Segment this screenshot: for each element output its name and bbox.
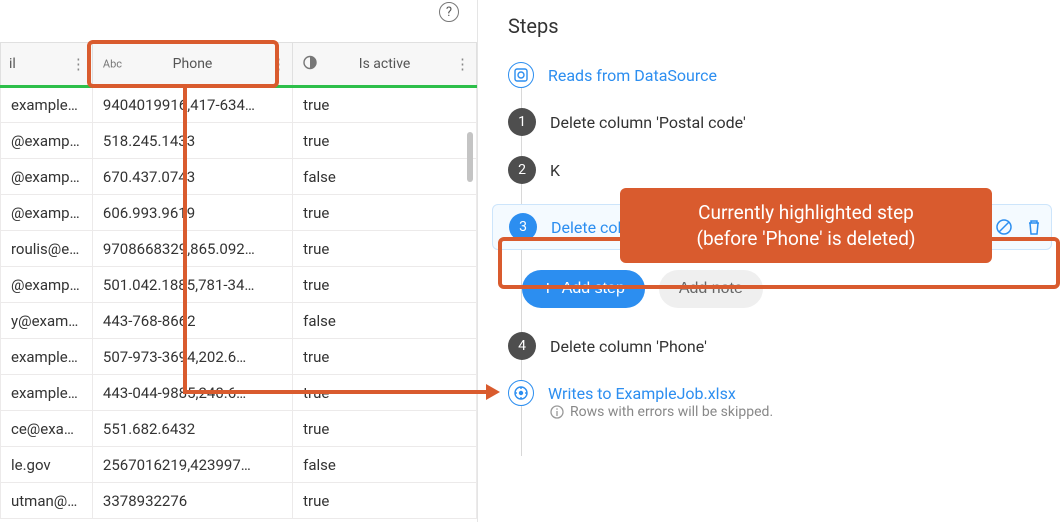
cell: 2567016219,423997… xyxy=(92,447,292,483)
data-table-pane: ? il ⋮ Abc Phone ⋮ xyxy=(0,0,478,522)
column-header-email[interactable]: il ⋮ xyxy=(1,43,93,87)
column-label: Phone xyxy=(173,56,213,72)
cell: 670.437.0743 xyxy=(92,159,292,195)
step-2[interactable]: 2 K xyxy=(508,156,1034,184)
cell: false xyxy=(293,447,477,483)
column-header-phone[interactable]: Abc Phone ⋮ xyxy=(92,43,292,87)
table-row[interactable]: @exampl…670.437.0743false xyxy=(1,159,477,195)
column-menu-icon[interactable]: ⋮ xyxy=(455,61,468,67)
step-number: 2 xyxy=(508,156,536,184)
cell: true xyxy=(293,195,477,231)
table-row[interactable]: @exampl…518.245.1433true xyxy=(1,123,477,159)
table-row[interactable]: utman@…3378932276true xyxy=(1,483,477,519)
add-step-button[interactable]: + Add step xyxy=(522,270,645,308)
step-number: 3 xyxy=(509,213,537,241)
cell: example… xyxy=(1,87,93,123)
cell: example… xyxy=(1,375,93,411)
type-icon-boolean xyxy=(303,56,317,73)
cell: 501.042.1885,781-34… xyxy=(92,267,292,303)
cell: 3378932276 xyxy=(92,483,292,519)
type-icon-text: Abc xyxy=(103,58,122,71)
step-4[interactable]: 4 Delete column 'Phone' xyxy=(508,332,1034,360)
cell: le.gov xyxy=(1,447,93,483)
step-label: Delete column 'Postal code' xyxy=(550,113,746,132)
step-number: 1 xyxy=(508,108,536,136)
cell: @exampl… xyxy=(1,159,93,195)
writes-to-link[interactable]: Writes to ExampleJob.xlsx xyxy=(548,384,736,403)
plus-icon: + xyxy=(542,279,554,299)
step-label: K xyxy=(550,161,560,180)
cell: y@exam… xyxy=(1,303,93,339)
column-label: Is active xyxy=(359,56,411,72)
scrollbar[interactable] xyxy=(467,132,473,182)
column-header-active[interactable]: Is active ⋮ xyxy=(293,43,477,87)
steps-title: Steps xyxy=(508,14,1034,38)
cell: false xyxy=(293,303,477,339)
add-note-button[interactable]: Add note xyxy=(659,270,763,308)
annotation-line-horizontal xyxy=(183,390,487,394)
annotation-line-vertical xyxy=(183,88,187,394)
cell: 443-768-8662 xyxy=(92,303,292,339)
cell: @exampl… xyxy=(1,123,93,159)
footnote: Rows with errors will be skipped. xyxy=(550,404,1034,420)
table-row[interactable]: le.gov2567016219,423997…false xyxy=(1,447,477,483)
cell: @exampl… xyxy=(1,195,93,231)
cell: true xyxy=(293,267,477,303)
cell: roulis@e… xyxy=(1,231,93,267)
cell: true xyxy=(293,483,477,519)
table-row[interactable]: y@exam…443-768-8662false xyxy=(1,303,477,339)
disable-icon[interactable] xyxy=(995,218,1013,236)
table-row[interactable]: roulis@e…9708668329,865.092…true xyxy=(1,231,477,267)
cell: 9404019916,417-634… xyxy=(92,87,292,123)
table-row[interactable]: ce@exa…551.682.6432true xyxy=(1,411,477,447)
step-1[interactable]: 1 Delete column 'Postal code' xyxy=(508,108,1034,136)
step-number: 4 xyxy=(508,332,536,360)
cell: 507-973-3694,202.6… xyxy=(92,339,292,375)
target-icon xyxy=(508,380,534,406)
cell: example… xyxy=(1,339,93,375)
step-writes-to[interactable]: Writes to ExampleJob.xlsx xyxy=(508,380,1034,406)
annotation-callout: Currently highlighted step (before 'Phon… xyxy=(620,188,992,263)
table-row[interactable]: example…9404019916,417-634…true xyxy=(1,87,477,123)
cell: @exampl… xyxy=(1,267,93,303)
cell: ce@exa… xyxy=(1,411,93,447)
datasource-icon xyxy=(508,62,534,88)
column-menu-icon[interactable]: ⋮ xyxy=(271,61,284,67)
info-icon xyxy=(550,405,564,419)
cell: 518.245.1433 xyxy=(92,123,292,159)
reads-from-link[interactable]: Reads from DataSource xyxy=(548,66,717,85)
help-icon[interactable]: ? xyxy=(439,2,459,22)
column-menu-icon[interactable]: ⋮ xyxy=(71,61,84,67)
cell: 606.993.9619 xyxy=(92,195,292,231)
step-label: Delete column 'Phone' xyxy=(550,337,707,356)
step-reads-from[interactable]: Reads from DataSource xyxy=(508,62,1034,88)
delete-icon[interactable] xyxy=(1025,218,1043,236)
cell: true xyxy=(293,123,477,159)
table-row[interactable]: @exampl…501.042.1885,781-34…true xyxy=(1,267,477,303)
cell: 551.682.6432 xyxy=(92,411,292,447)
column-label: il xyxy=(9,56,16,72)
annotation-arrowhead xyxy=(486,384,500,400)
cell: true xyxy=(293,411,477,447)
cell: 9708668329,865.092… xyxy=(92,231,292,267)
cell: utman@… xyxy=(1,483,93,519)
table-row[interactable]: example…507-973-3694,202.6…true xyxy=(1,339,477,375)
cell: true xyxy=(293,87,477,123)
data-table: il ⋮ Abc Phone ⋮ Is active xyxy=(0,42,477,519)
cell: true xyxy=(293,339,477,375)
cell: false xyxy=(293,159,477,195)
step-actions-row: + Add step Add note xyxy=(508,270,1034,308)
cell: true xyxy=(293,231,477,267)
table-row[interactable]: @exampl…606.993.9619true xyxy=(1,195,477,231)
